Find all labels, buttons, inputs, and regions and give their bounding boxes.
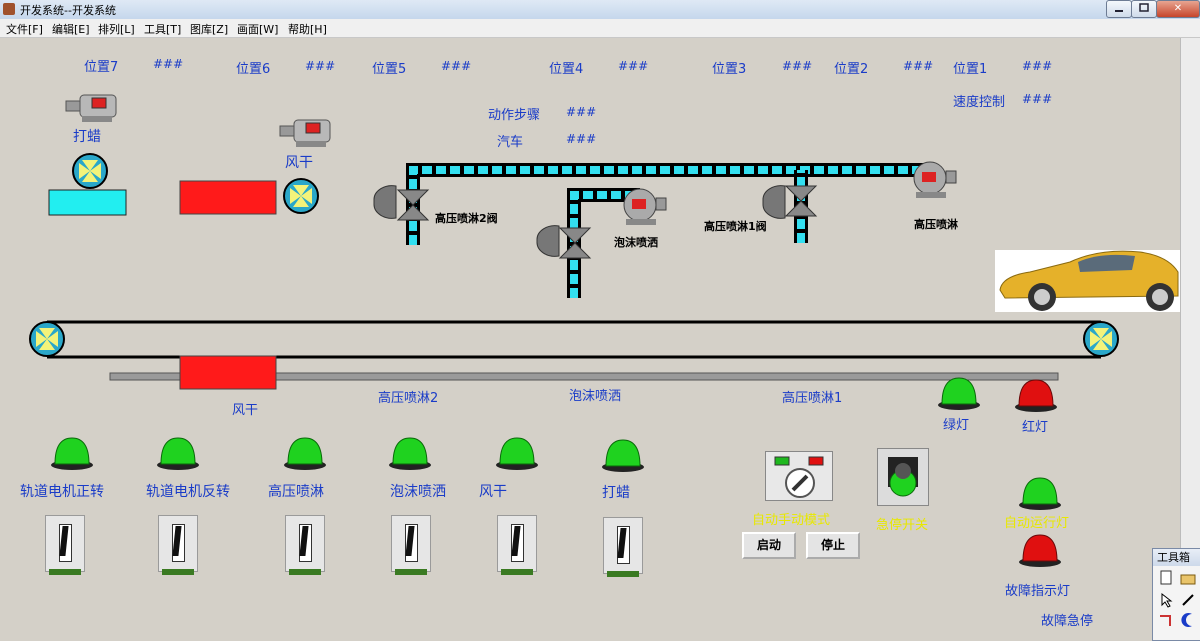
green-lamp-label: 绿灯: [943, 418, 970, 433]
wax-lamp-icon: [602, 439, 644, 472]
track-forward-switch[interactable]: [45, 515, 85, 575]
mode-selector-label: 自动手动模式: [752, 513, 831, 528]
belt-hp1-label: 高压喷淋1: [782, 391, 843, 406]
auto-run-lamp-label: 自动运行灯: [1004, 516, 1070, 531]
track-reverse-lamp-icon: [157, 437, 199, 470]
belt-hp2-label: 高压喷淋2: [378, 391, 439, 406]
track-forward-label: 轨道电机正转: [20, 484, 104, 500]
foam-spray-lamp-icon: [389, 437, 431, 470]
belt-foam-label: 泡沫喷洒: [569, 389, 622, 404]
belt-dry-label: 风干: [232, 403, 259, 418]
emergency-stop-button[interactable]: [877, 448, 929, 506]
green-lamp-icon: [938, 377, 980, 410]
dry-station-block: [179, 180, 277, 215]
wax-label: 打蜡: [602, 485, 630, 501]
dry-label: 风干: [479, 484, 507, 500]
track-forward-lamp-icon: [51, 437, 93, 470]
hp-valve1-icon: [762, 185, 818, 219]
dry-switch[interactable]: [497, 515, 537, 575]
wax-switch[interactable]: [603, 517, 643, 577]
mode-selector-icon: [774, 456, 824, 498]
foam-pump-label: 泡沫喷洒: [614, 236, 658, 249]
hp-spray-label: 高压喷淋: [268, 484, 324, 500]
foam-valve-icon: [536, 225, 592, 259]
toolbox-panel: 工具箱: [1152, 548, 1200, 641]
wax-fan-icon: [72, 153, 108, 189]
wax-station-block: [48, 189, 127, 216]
fault-lamp-icon: [1019, 534, 1061, 567]
conveyor-left-roller-icon: [29, 321, 65, 357]
wax-motor-icon: [65, 94, 117, 122]
process-diagram: [29, 94, 1180, 390]
hp-spray-switch[interactable]: [285, 515, 325, 575]
water-pipes: [406, 163, 930, 298]
mode-selector-switch[interactable]: [765, 451, 833, 501]
dry-motor-label: 风干: [285, 155, 313, 171]
pointer-tool-icon[interactable]: [1157, 592, 1175, 608]
line-tool-icon[interactable]: [1179, 592, 1197, 608]
auto-run-lamp-icon: [1019, 477, 1061, 510]
dry-lamp-icon: [496, 437, 538, 470]
wax-motor-label: 打蜡: [73, 129, 101, 145]
fault-lamp-label: 故障指示灯: [1005, 584, 1071, 599]
emergency-stop-icon: [888, 457, 918, 497]
polyline-tool-icon[interactable]: [1157, 612, 1175, 628]
foam-spray-label: 泡沫喷洒: [390, 484, 446, 500]
start-button[interactable]: 启动: [742, 532, 796, 559]
arc-tool-icon[interactable]: [1179, 612, 1197, 628]
toolbox-title: 工具箱: [1153, 549, 1200, 566]
track-reverse-switch[interactable]: [158, 515, 198, 575]
car-icon: [995, 250, 1180, 312]
belt-dry-block: [179, 355, 277, 390]
fault-stop-label: 故障急停: [1041, 614, 1094, 629]
foam-spray-switch[interactable]: [391, 515, 431, 575]
conveyor-right-roller-icon: [1083, 321, 1119, 357]
hp-pump-label: 高压喷淋: [914, 218, 958, 231]
hp-spray-lamp-icon: [284, 437, 326, 470]
emergency-stop-label: 急停开关: [876, 518, 929, 533]
dry-motor-icon: [279, 119, 331, 147]
track-reverse-label: 轨道电机反转: [146, 484, 230, 500]
new-page-icon[interactable]: [1157, 570, 1175, 586]
hp-valve1-label: 高压喷淋1阀: [704, 220, 767, 233]
stop-button[interactable]: 停止: [806, 532, 860, 559]
dry-fan-icon: [283, 178, 319, 214]
red-lamp-label: 红灯: [1022, 420, 1049, 435]
red-lamp-icon: [1015, 379, 1057, 412]
hp-pump-icon: [913, 161, 957, 198]
open-folder-icon[interactable]: [1179, 570, 1197, 586]
foam-pump-icon: [623, 188, 667, 225]
hp-valve2-label: 高压喷淋2阀: [435, 212, 498, 225]
